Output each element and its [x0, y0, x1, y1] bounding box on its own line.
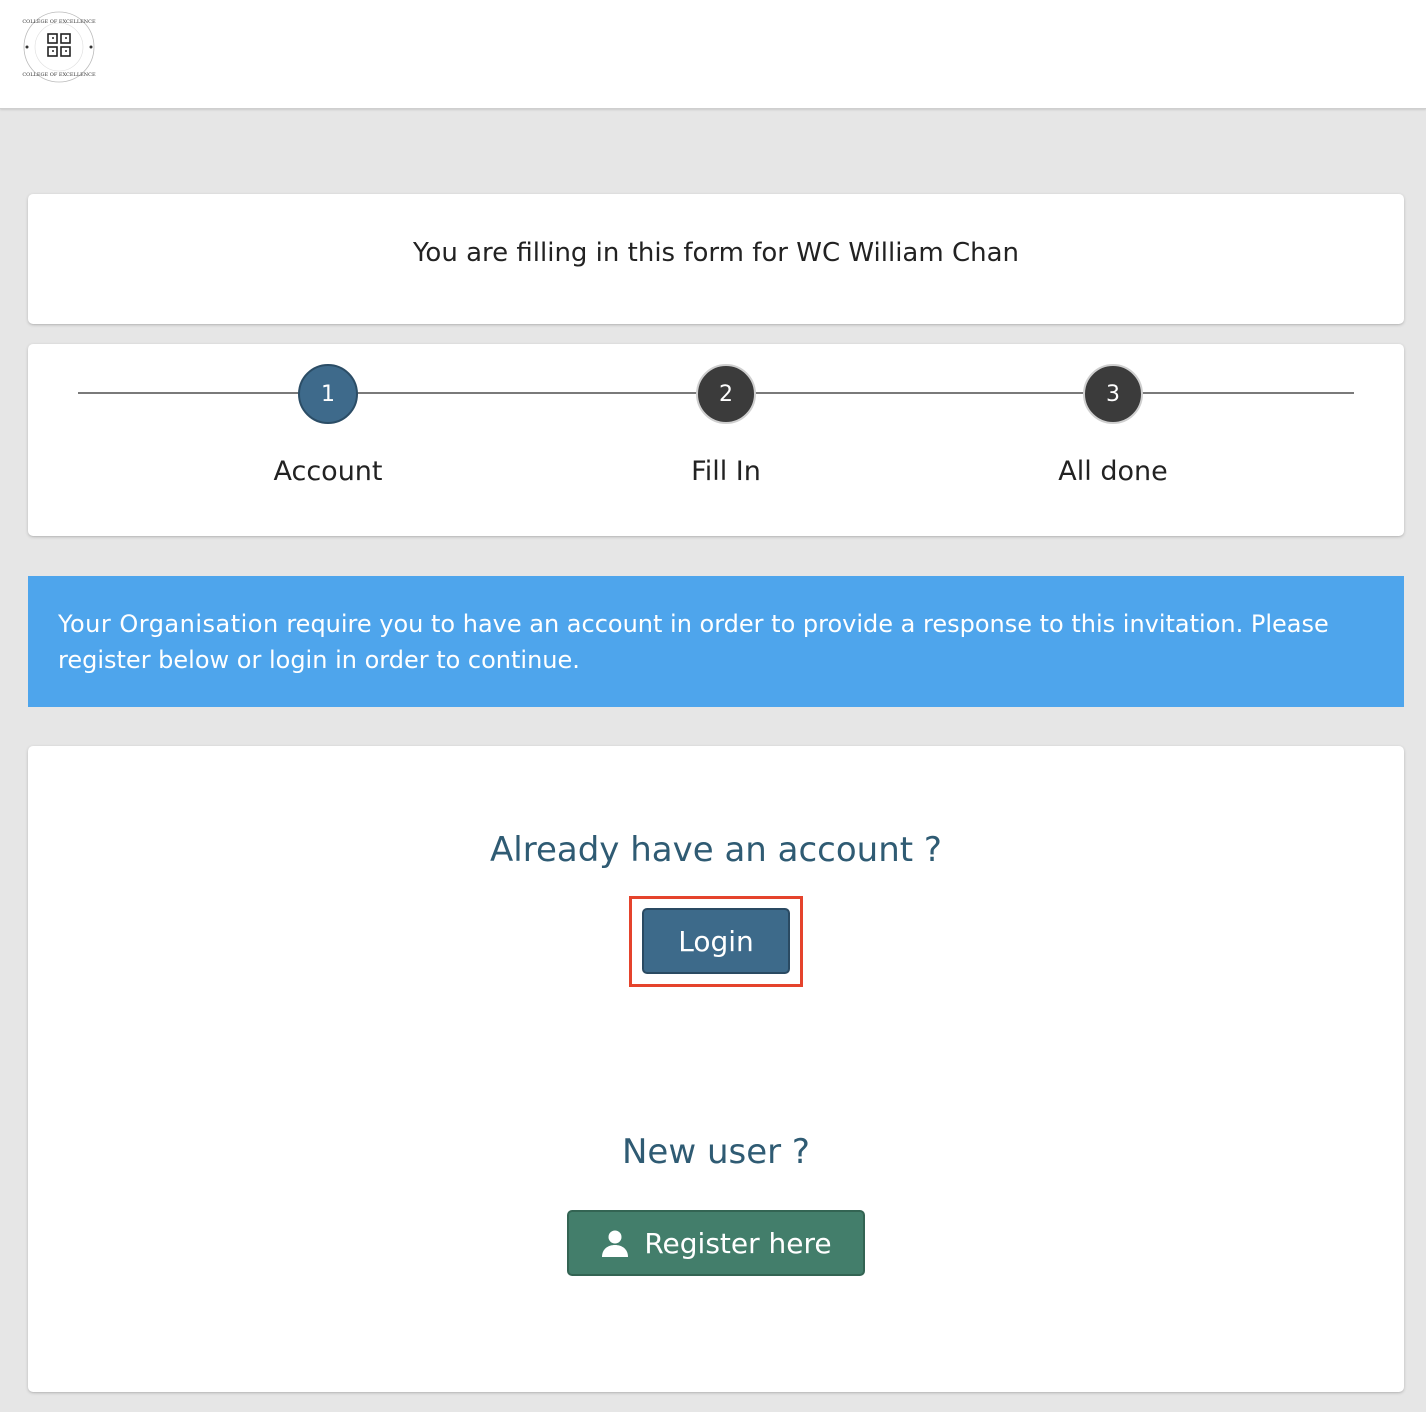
login-heading: Already have an account ? [490, 830, 942, 870]
banner-line-1: Your Organisation require you to have an… [58, 606, 1374, 642]
top-bar: COLLEGE OF EXCELLENCE COLLEGE OF EXCELLE… [0, 0, 1426, 109]
login-button[interactable]: Login [642, 908, 790, 974]
step-number-badge: 2 [696, 364, 756, 424]
banner-text: require you to have an account in order … [278, 610, 1329, 638]
step-number-badge: 3 [1083, 364, 1143, 424]
user-icon [600, 1228, 630, 1258]
auth-card: Already have an account ? Login New user… [28, 746, 1404, 1392]
register-label: Register here [644, 1226, 832, 1260]
college-logo-icon[interactable]: COLLEGE OF EXCELLENCE COLLEGE OF EXCELLE… [20, 8, 98, 86]
svg-text:COLLEGE OF EXCELLENCE: COLLEGE OF EXCELLENCE [22, 72, 96, 78]
step-all-done: 3 All done [1013, 364, 1213, 487]
step-fill-in: 2 Fill In [626, 364, 826, 487]
step-label: Fill In [691, 456, 761, 487]
step-account: 1 Account [228, 364, 428, 487]
banner-line-2: register below or login in order to cont… [58, 646, 580, 674]
progress-stepper: 1 Account 2 Fill In 3 All done [28, 344, 1404, 536]
step-label: Account [273, 456, 383, 487]
step-number-badge: 1 [298, 364, 358, 424]
new-user-heading: New user ? [622, 1132, 810, 1172]
register-button[interactable]: Register here [567, 1210, 865, 1276]
organisation-name: Your Organisation [58, 610, 279, 638]
form-intro-card: You are filling in this form for WC Will… [28, 194, 1404, 324]
intro-text: You are filling in this form for WC Will… [413, 238, 1019, 268]
svg-text:COLLEGE OF EXCELLENCE: COLLEGE OF EXCELLENCE [22, 19, 96, 25]
step-label: All done [1058, 456, 1168, 487]
account-required-banner: Your Organisation require you to have an… [28, 576, 1404, 707]
